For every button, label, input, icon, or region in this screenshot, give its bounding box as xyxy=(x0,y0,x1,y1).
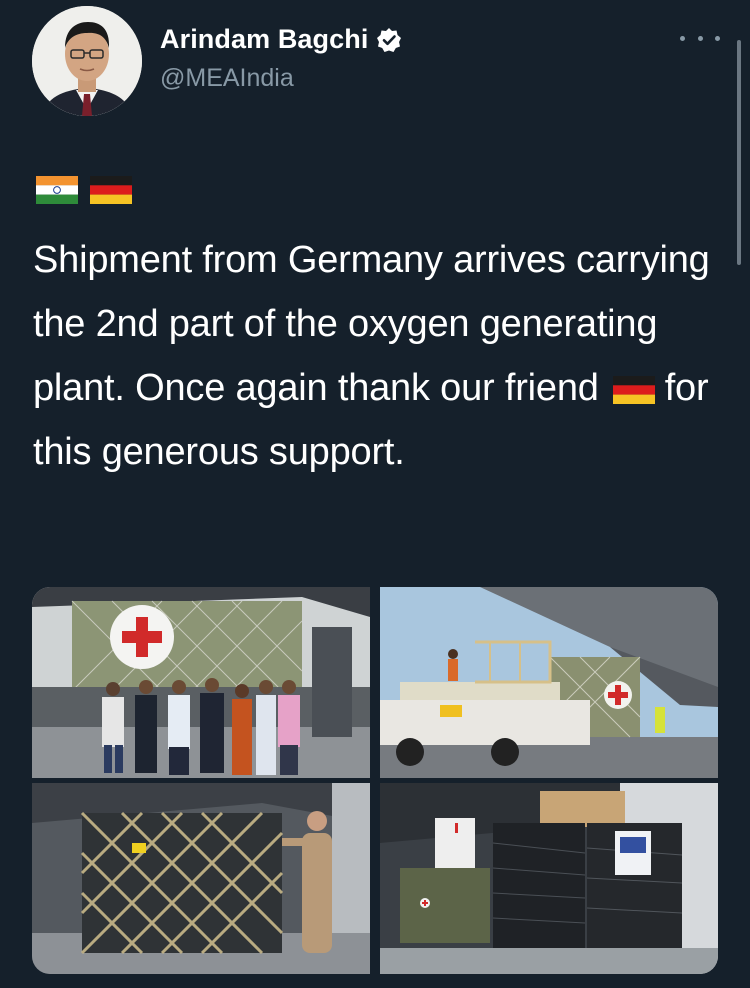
india-flag-icon xyxy=(36,176,78,204)
more-options-icon[interactable] xyxy=(680,28,720,48)
media-photo-2[interactable] xyxy=(380,587,718,778)
flag-emoji-line xyxy=(36,176,132,204)
dot xyxy=(715,35,720,41)
germany-flag-icon xyxy=(90,176,132,204)
tweet-text-part1: Shipment from Germany arrives carrying t… xyxy=(33,239,710,409)
author-avatar[interactable] xyxy=(32,6,142,116)
author-name-row[interactable]: Arindam Bagchi xyxy=(160,24,402,55)
tweet-text: Shipment from Germany arrives carrying t… xyxy=(33,228,733,484)
media-photo-1[interactable] xyxy=(32,587,370,778)
media-photo-3[interactable] xyxy=(32,783,370,974)
dot xyxy=(680,35,685,41)
verified-badge-icon xyxy=(377,27,402,52)
media-grid xyxy=(32,587,718,974)
media-photo-4[interactable] xyxy=(380,783,718,974)
tweet-card: Arindam Bagchi @MEAIndia Shipment from G… xyxy=(0,0,750,988)
germany-flag-icon xyxy=(612,376,655,404)
author-name[interactable]: Arindam Bagchi xyxy=(160,24,368,55)
dot xyxy=(697,35,703,41)
author-handle[interactable]: @MEAIndia xyxy=(160,64,294,93)
scrollbar[interactable] xyxy=(737,40,741,265)
